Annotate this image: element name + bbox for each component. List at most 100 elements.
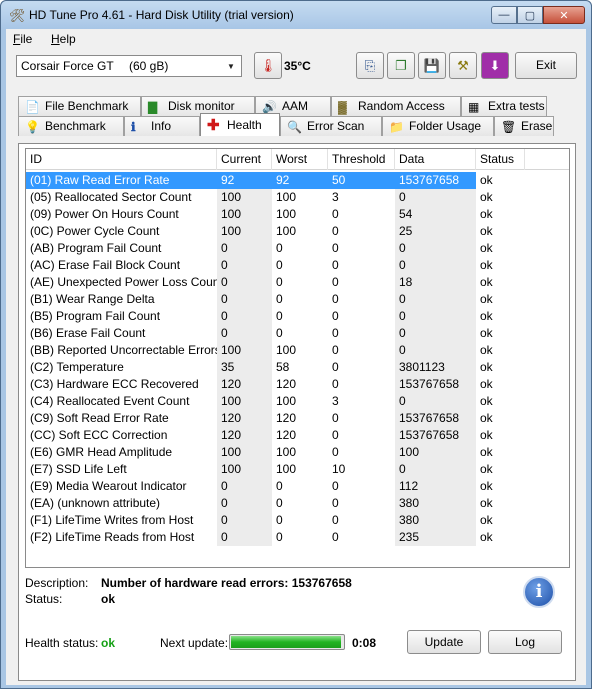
attr-id: (B1) Wear Range Delta <box>30 292 155 306</box>
table-row[interactable]: (E6) GMR Head Amplitude 100 100 0 100 ok <box>26 444 569 461</box>
column-header-status[interactable]: Status <box>476 149 525 170</box>
update-button[interactable]: Update <box>407 630 481 654</box>
tab-info[interactable]: ℹ Info <box>124 116 200 136</box>
tab-random-access[interactable]: ▓ Random Access <box>331 96 461 116</box>
table-row[interactable]: (01) Raw Read Error Rate 92 92 50 153767658 o… <box>26 172 569 189</box>
table-row[interactable]: (C9) Soft Read Error Rate 120 120 0 15376765… <box>26 410 569 427</box>
tab-erase[interactable]: 🗑 Erase <box>494 116 554 136</box>
attr-current: 0 <box>217 257 272 274</box>
attr-threshold: 0 <box>332 411 339 425</box>
close-button[interactable]: ✕ <box>543 6 585 24</box>
magnifier-icon: 🔍 <box>287 120 302 134</box>
table-row[interactable]: (E9) Media Wearout Indicator 0 0 0 112 ok <box>26 478 569 495</box>
column-header-data[interactable]: Data <box>395 149 476 170</box>
attr-status: ok <box>480 462 493 476</box>
table-row[interactable]: (BB) Reported Uncorrectable Errors 100 100… <box>26 342 569 359</box>
status-label: Status: <box>25 592 63 606</box>
drive-select[interactable]: Corsair Force GT (60 gB) ▼ <box>16 55 242 77</box>
menu-help[interactable]: Help <box>51 32 76 46</box>
exit-button[interactable]: Exit <box>515 52 577 79</box>
attr-data: 18 <box>395 274 476 291</box>
table-row[interactable]: (0C) Power Cycle Count 100 100 0 25 ok <box>26 223 569 240</box>
attr-threshold: 0 <box>332 224 339 238</box>
table-row[interactable]: (B5) Program Fail Count 0 0 0 0 ok <box>26 308 569 325</box>
log-button[interactable]: Log <box>488 630 562 654</box>
attr-id: (AB) Program Fail Count <box>30 241 162 255</box>
table-row[interactable]: (C2) Temperature 35 58 0 3801123 ok <box>26 359 569 376</box>
column-header-worst[interactable]: Worst <box>272 149 328 170</box>
tab-extra-tests[interactable]: ▦ Extra tests <box>461 96 547 116</box>
table-row[interactable]: (AB) Program Fail Count 0 0 0 0 ok <box>26 240 569 257</box>
copy-screenshot-icon[interactable]: ❐ <box>387 52 415 79</box>
menu-file[interactable]: File <box>13 32 32 46</box>
attr-worst: 100 <box>276 343 297 357</box>
table-row[interactable]: (F2) LifeTime Reads from Host 0 0 0 235 ok <box>26 529 569 546</box>
smart-attributes-list[interactable]: ID Current Worst Threshold Data Status (… <box>25 148 570 568</box>
attr-id: (E6) GMR Head Amplitude <box>30 445 173 459</box>
minimize-button[interactable]: ― <box>491 6 517 24</box>
table-row[interactable]: (05) Reallocated Sector Count 100 100 3 0 ok <box>26 189 569 206</box>
client-area: File Help Corsair Force GT (60 gB) ▼ 🌡 3… <box>6 29 586 685</box>
tab-file-benchmark[interactable]: 📄 File Benchmark <box>18 96 141 116</box>
title-bar[interactable]: 🛠 HD Tune Pro 4.61 - Hard Disk Utility (… <box>1 1 591 29</box>
attr-id: (C4) Reallocated Event Count <box>30 394 190 408</box>
attr-data: 0 <box>395 240 476 257</box>
attr-worst: 100 <box>276 207 297 221</box>
table-row[interactable]: (AE) Unexpected Power Loss Count 0 0 0 18 ok <box>26 274 569 291</box>
attr-status: ok <box>480 241 493 255</box>
window-title: HD Tune Pro 4.61 - Hard Disk Utility (tr… <box>29 8 294 22</box>
table-row[interactable]: (B1) Wear Range Delta 0 0 0 0 ok <box>26 291 569 308</box>
attr-status: ok <box>480 309 493 323</box>
health-cross-icon: ✚ <box>207 117 220 134</box>
attr-data: 0 <box>395 189 476 206</box>
attr-id: (B6) Erase Fail Count <box>30 326 146 340</box>
attr-worst: 100 <box>276 445 297 459</box>
attr-status: ok <box>480 173 493 187</box>
attr-worst: 100 <box>276 394 297 408</box>
table-row[interactable]: (09) Power On Hours Count 100 100 0 54 ok <box>26 206 569 223</box>
table-row[interactable]: (C4) Reallocated Event Count 100 100 3 0 ok <box>26 393 569 410</box>
maximize-button[interactable]: ▢ <box>517 6 543 24</box>
copy-text-icon[interactable]: ⎘ <box>356 52 384 79</box>
table-row[interactable]: (C3) Hardware ECC Recovered 120 120 0 153767… <box>26 376 569 393</box>
attr-status: ok <box>480 224 493 238</box>
attr-current: 100 <box>217 461 272 478</box>
attr-worst: 0 <box>276 309 283 323</box>
tab-folder-usage[interactable]: 📁 Folder Usage <box>382 116 494 136</box>
column-header-threshold[interactable]: Threshold <box>328 149 395 170</box>
attr-threshold: 0 <box>332 428 339 442</box>
info-icon[interactable]: i <box>523 576 555 608</box>
chevron-down-icon[interactable]: ▼ <box>223 58 239 74</box>
attr-current: 0 <box>217 274 272 291</box>
thermometer-icon[interactable]: 🌡 <box>254 52 282 79</box>
attr-threshold: 0 <box>332 275 339 289</box>
attr-current: 0 <box>217 308 272 325</box>
save-icon[interactable]: 💾 <box>418 52 446 79</box>
attr-current: 0 <box>217 291 272 308</box>
attr-status: ok <box>480 292 493 306</box>
attr-id: (C2) Temperature <box>30 360 124 374</box>
table-row[interactable]: (EA) (unknown attribute) 0 0 0 380 ok <box>26 495 569 512</box>
attr-worst: 0 <box>276 496 283 510</box>
column-header-id[interactable]: ID <box>26 149 217 170</box>
attr-id: (AE) Unexpected Power Loss Count <box>30 275 217 289</box>
tab-benchmark[interactable]: 💡 Benchmark <box>18 116 124 136</box>
attr-data: 380 <box>395 495 476 512</box>
attr-id: (C3) Hardware ECC Recovered <box>30 377 199 391</box>
attr-worst: 120 <box>276 411 297 425</box>
tab-health[interactable]: ✚ Health <box>200 113 280 136</box>
table-row[interactable]: (CC) Soft ECC Correction 120 120 0 153767658… <box>26 427 569 444</box>
download-icon[interactable]: ⬇ <box>481 52 509 79</box>
attr-threshold: 0 <box>332 241 339 255</box>
table-row[interactable]: (B6) Erase Fail Count 0 0 0 0 ok <box>26 325 569 342</box>
attr-id: (E9) Media Wearout Indicator <box>30 479 187 493</box>
table-row[interactable]: (AC) Erase Fail Block Count 0 0 0 0 ok <box>26 257 569 274</box>
column-header-current[interactable]: Current <box>217 149 272 170</box>
options-icon[interactable]: ⚒ <box>449 52 477 79</box>
info-icon: ℹ <box>131 120 136 134</box>
tab-error-scan[interactable]: 🔍 Error Scan <box>280 116 382 136</box>
attr-id: (CC) Soft ECC Correction <box>30 428 168 442</box>
table-row[interactable]: (E7) SSD Life Left 100 100 10 0 ok <box>26 461 569 478</box>
next-update-label: Next update: <box>160 636 229 650</box>
table-row[interactable]: (F1) LifeTime Writes from Host 0 0 0 380 ok <box>26 512 569 529</box>
